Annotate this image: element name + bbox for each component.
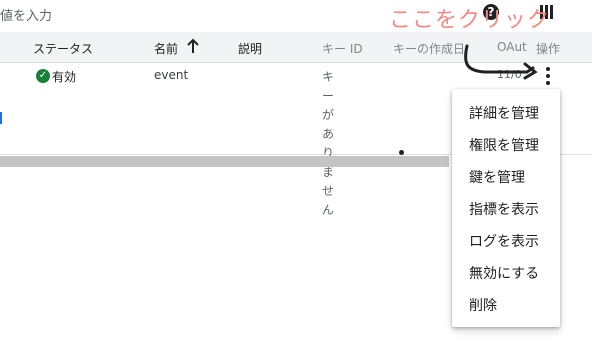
annotation-arrow-icon	[464, 44, 538, 80]
name-value: event	[154, 68, 189, 82]
menu-item-delete[interactable]: 削除	[469, 295, 497, 315]
status-value: 有効	[52, 70, 77, 84]
annotation-text: ここをクリック	[389, 8, 551, 33]
header-key-id[interactable]: キー ID	[322, 40, 363, 57]
horizontal-scrollbar[interactable]	[0, 156, 449, 167]
key-id-value: キーがありません	[322, 70, 335, 217]
menu-item-manage-details[interactable]: 詳細を管理	[469, 103, 539, 123]
header-description[interactable]: 説明	[238, 40, 262, 57]
header-name[interactable]: 名前	[154, 40, 178, 57]
filter-input[interactable]: 値を入力	[0, 5, 52, 24]
menu-item-view-logs[interactable]: ログを表示	[469, 231, 539, 251]
row-link-fragment[interactable]	[0, 112, 2, 124]
menu-item-manage-keys[interactable]: 鍵を管理	[469, 167, 525, 187]
cursor-dot	[399, 150, 404, 155]
menu-item-view-metrics[interactable]: 指標を表示	[469, 199, 539, 219]
menu-item-manage-permissions[interactable]: 権限を管理	[469, 135, 539, 155]
menu-item-disable[interactable]: 無効にする	[469, 263, 539, 283]
check-circle-icon: ✓	[36, 69, 50, 83]
sort-ascending-icon[interactable]	[186, 38, 200, 54]
header-status[interactable]: ステータス	[33, 40, 93, 57]
actions-menu: 詳細を管理 権限を管理 鍵を管理 指標を表示 ログを表示 無効にする 削除	[452, 89, 560, 327]
